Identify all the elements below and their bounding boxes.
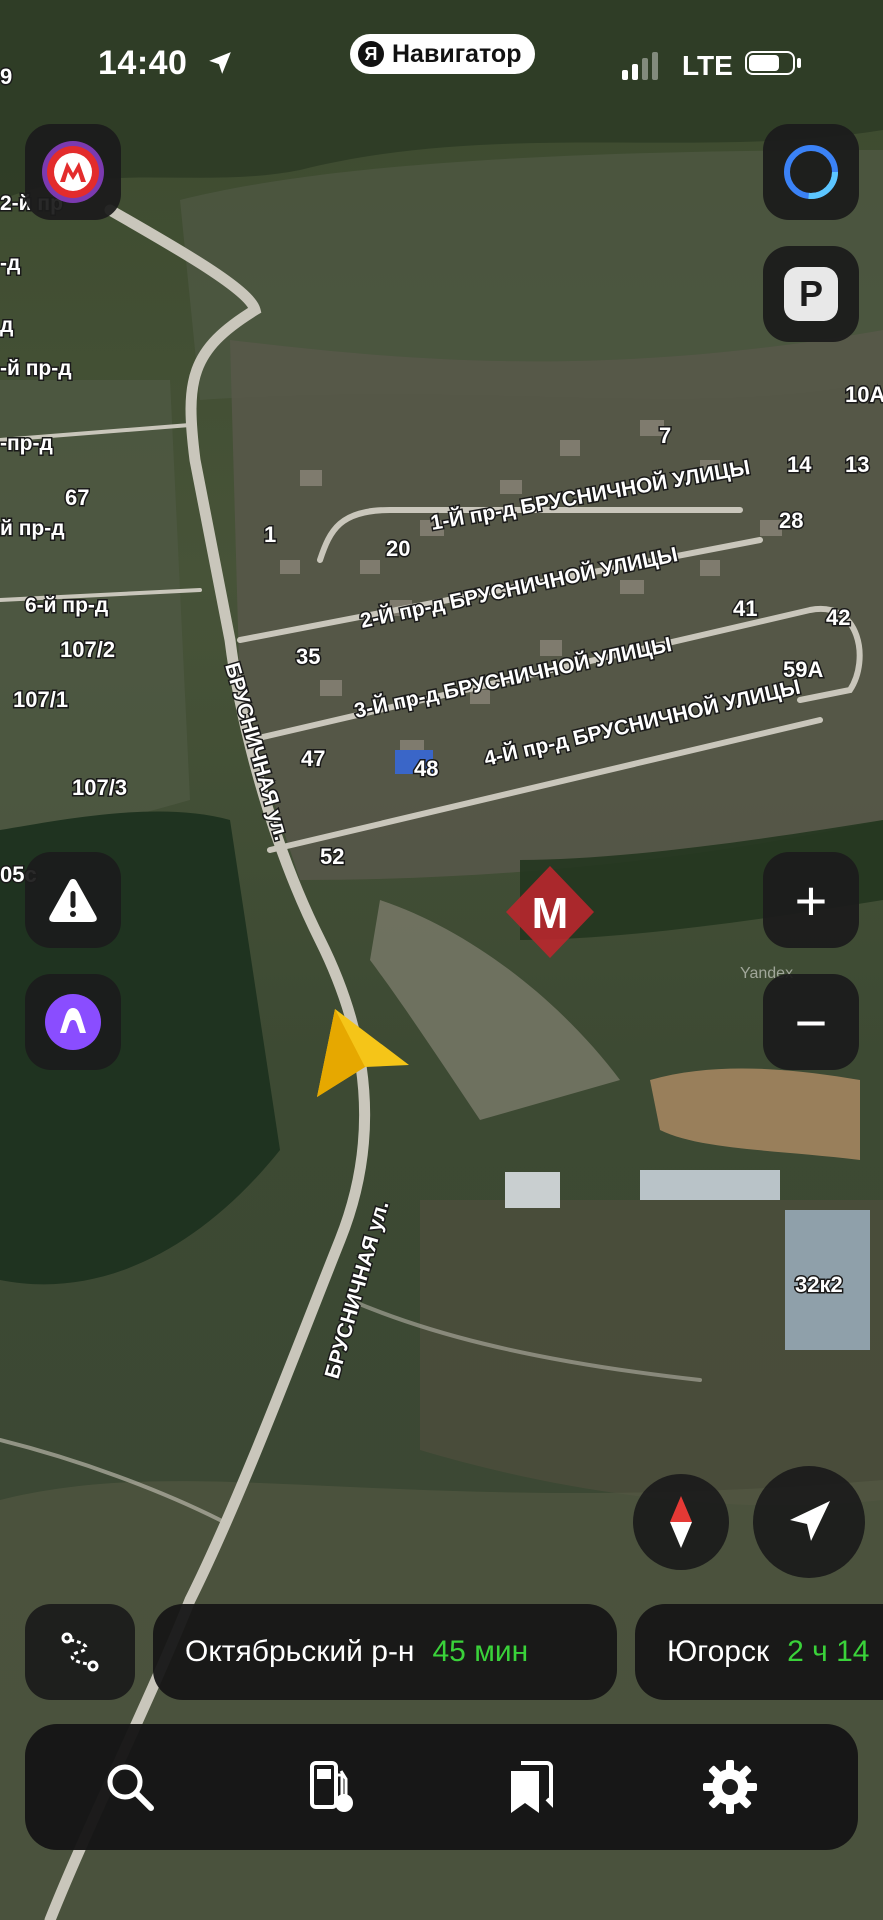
pin-logo-letter: M — [532, 889, 569, 938]
compass-icon — [670, 1496, 692, 1548]
metro-button[interactable] — [25, 124, 121, 220]
settlement-west — [0, 380, 190, 833]
building-roof — [505, 1172, 560, 1208]
alice-icon — [45, 994, 101, 1050]
search-button[interactable] — [70, 1724, 190, 1850]
status-time: 14:40 — [98, 44, 188, 82]
compass-button[interactable] — [633, 1474, 729, 1570]
alice-icon — [784, 145, 838, 199]
building-roof — [785, 1210, 870, 1350]
gas-station-icon — [310, 1761, 353, 1812]
bookmarks-icon — [511, 1761, 553, 1813]
route-destination: Югорск — [667, 1635, 770, 1668]
alice-voice-button[interactable] — [25, 974, 121, 1070]
battery-icon — [745, 51, 795, 75]
battery-tip — [797, 58, 801, 68]
route-eta: 45 мин — [432, 1635, 529, 1668]
metro-icon — [42, 141, 104, 203]
yandex-logo-icon: Я — [358, 41, 384, 67]
parking-icon: P — [784, 267, 838, 321]
route-chip[interactable]: Октябрьский р-н 45 мин — [153, 1604, 617, 1700]
locate-arrow-icon — [790, 1501, 830, 1541]
zoom-in-button[interactable]: + — [763, 852, 859, 948]
location-arrow-icon — [209, 52, 231, 74]
network-type: LTE — [682, 50, 733, 81]
alice-button[interactable] — [763, 124, 859, 220]
route-icon — [61, 1632, 99, 1672]
settings-button[interactable] — [670, 1724, 790, 1850]
field-area — [0, 1480, 883, 1920]
route-options-button[interactable] — [25, 1604, 135, 1700]
locate-me-button[interactable] — [753, 1466, 865, 1578]
route-chip[interactable]: Югорск 2 ч 14 — [635, 1604, 883, 1700]
route-destination: Октябрьский р-н — [185, 1635, 415, 1668]
navigation-cursor-icon — [317, 1009, 409, 1097]
route-eta: 2 ч 14 — [787, 1635, 870, 1668]
app-indicator[interactable]: Я Навигатор — [350, 34, 536, 74]
warning-icon — [49, 879, 97, 922]
report-alert-button[interactable] — [25, 852, 121, 948]
gas-stations-button[interactable] — [270, 1724, 390, 1850]
search-icon — [107, 1764, 154, 1811]
bookmarks-button[interactable] — [470, 1724, 590, 1850]
settlement-area — [230, 330, 883, 880]
parking-button[interactable]: P — [763, 246, 859, 342]
building-roof — [640, 1170, 780, 1200]
app-name: Навигатор — [392, 39, 522, 68]
zoom-out-button[interactable]: − — [763, 974, 859, 1070]
settings-icon — [703, 1760, 757, 1814]
bottom-toolbar — [25, 1724, 858, 1850]
pin-logo-icon[interactable]: M — [500, 862, 600, 962]
signal-icon — [622, 52, 658, 80]
blue-roof — [395, 750, 433, 774]
